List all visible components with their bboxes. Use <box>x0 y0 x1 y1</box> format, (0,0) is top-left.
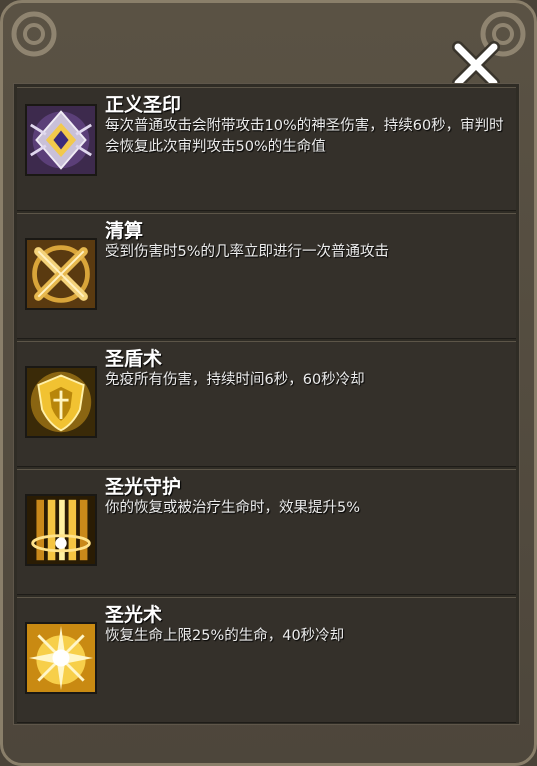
skill-row[interactable]: 圣盾术 免疫所有伤害，持续时间6秒，60秒冷却 <box>17 341 516 467</box>
crossed-swords-icon <box>25 238 97 310</box>
corner-swirl-ornament <box>11 11 57 57</box>
skill-name: 正义圣印 <box>105 94 182 116</box>
skill-name: 圣光守护 <box>105 476 182 498</box>
holy-light-burst-icon <box>25 622 97 694</box>
skill-row[interactable]: 正义圣印 每次普通攻击会附带攻击10%的神圣伤害，持续60秒，审判时会恢复此次审… <box>17 87 516 211</box>
skill-description: 你的恢复或被治疗生命时，效果提升5% <box>105 500 361 516</box>
golden-shield-icon <box>25 366 97 438</box>
skill-row[interactable]: 清算 受到伤害时5%的几率立即进行一次普通攻击 <box>17 213 516 339</box>
light-pillars-icon <box>25 494 97 566</box>
skill-name: 圣盾术 <box>105 348 163 370</box>
skill-description: 恢复生命上限25%的生命，40秒冷却 <box>105 628 345 644</box>
skill-name: 清算 <box>105 220 144 242</box>
skill-row[interactable]: 圣光术 恢复生命上限25%的生命，40秒冷却 <box>17 597 516 723</box>
skill-description: 每次普通攻击会附带攻击10%的神圣伤害，持续60秒，审判时会恢复此次审判攻击50… <box>105 118 504 155</box>
skill-panel: 正义圣印 每次普通攻击会附带攻击10%的神圣伤害，持续60秒，审判时会恢复此次审… <box>0 0 537 766</box>
skill-name: 圣光术 <box>105 604 163 626</box>
skill-row[interactable]: 圣光守护 你的恢复或被治疗生命时，效果提升5% <box>17 469 516 595</box>
skill-description: 免疫所有伤害，持续时间6秒，60秒冷却 <box>105 372 365 388</box>
skill-description: 受到伤害时5%的几率立即进行一次普通攻击 <box>105 244 390 260</box>
holy-seal-icon <box>25 104 97 176</box>
